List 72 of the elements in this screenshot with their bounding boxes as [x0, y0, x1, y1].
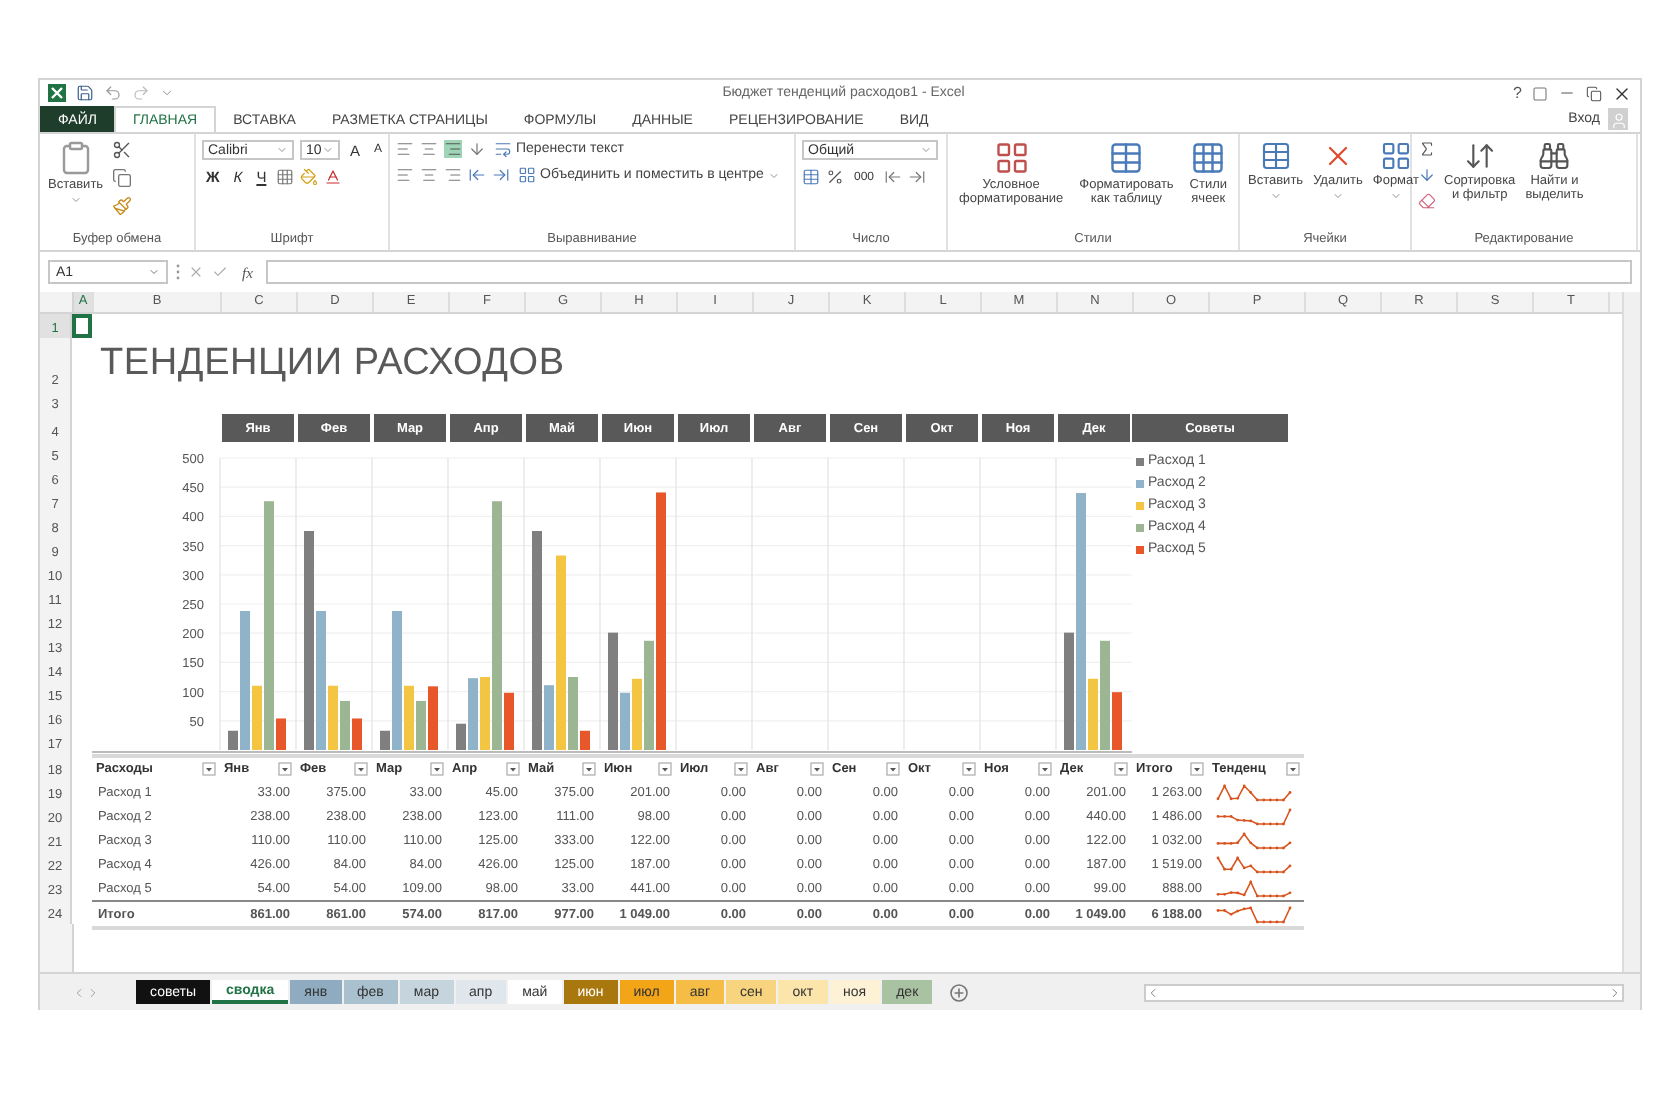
wrap-icon	[494, 140, 512, 158]
borders-icon[interactable]	[276, 168, 295, 186]
customize-caret-icon[interactable]	[160, 86, 174, 100]
sparkline	[1214, 905, 1294, 923]
decrease-indent-icon[interactable]	[468, 166, 486, 184]
sparkline	[1214, 807, 1294, 825]
filter-dropdown-icon[interactable]	[886, 762, 900, 776]
vertical-scrollbar[interactable]	[1622, 292, 1640, 972]
filter-dropdown-icon[interactable]	[506, 762, 520, 776]
cells-icon	[1379, 140, 1412, 172]
caret-icon	[1389, 190, 1402, 203]
clipboard-icon	[57, 140, 94, 176]
filter-dropdown-icon[interactable]	[202, 762, 216, 776]
eraser-icon[interactable]	[1418, 192, 1436, 210]
align-right-icon[interactable]	[444, 166, 462, 184]
sparkline	[1214, 783, 1294, 801]
caret-icon	[1269, 190, 1282, 203]
filter-dropdown-icon[interactable]	[1038, 762, 1052, 776]
undo-icon[interactable]	[104, 84, 122, 102]
binoculars-icon	[1538, 140, 1571, 172]
formula-input[interactable]	[266, 260, 1632, 284]
filter-dropdown-icon[interactable]	[1286, 762, 1300, 776]
sort-icon	[1463, 140, 1496, 172]
top-align-icon[interactable]	[396, 140, 414, 158]
filter-dropdown-icon[interactable]	[582, 762, 596, 776]
sparkline	[1214, 831, 1294, 849]
caret-icon	[920, 144, 932, 156]
caret-icon	[276, 144, 288, 156]
font-color-icon[interactable]	[324, 168, 343, 186]
help-button[interactable]: ?	[1513, 84, 1522, 102]
caret-icon	[767, 169, 780, 181]
caret-icon	[1331, 190, 1344, 203]
increase-indent-icon[interactable]	[492, 166, 510, 184]
filter-dropdown-icon[interactable]	[354, 762, 368, 776]
fill-color-icon[interactable]	[300, 168, 319, 186]
sparkline	[1214, 879, 1294, 897]
fill-icon[interactable]	[1418, 166, 1436, 184]
horizontal-scrollbar[interactable]	[1144, 983, 1624, 1001]
save-icon[interactable]	[76, 84, 94, 102]
format-painter-icon[interactable]	[111, 196, 132, 216]
sheet-title: ТЕНДЕНЦИИ РАСХОДОВ	[98, 340, 565, 388]
autosum-icon[interactable]	[1418, 140, 1436, 158]
filter-dropdown-icon[interactable]	[734, 762, 748, 776]
cancel-icon[interactable]	[188, 264, 204, 280]
align-left-icon[interactable]	[396, 166, 414, 184]
middle-align-icon[interactable]	[420, 140, 438, 158]
caret-icon	[69, 194, 82, 207]
filter-dropdown-icon[interactable]	[1190, 762, 1204, 776]
filter-dropdown-icon[interactable]	[1114, 762, 1128, 776]
scroll-left-icon	[1146, 985, 1160, 999]
filter-dropdown-icon[interactable]	[962, 762, 976, 776]
cells-icon	[1259, 140, 1292, 172]
selected-cell[interactable]	[72, 314, 92, 338]
sparkline	[1214, 855, 1294, 873]
align-center-icon[interactable]	[420, 166, 438, 184]
filter-dropdown-icon[interactable]	[278, 762, 292, 776]
caret-icon	[322, 144, 334, 156]
add-sheet-icon[interactable]	[950, 983, 969, 1001]
close-icon[interactable]	[1612, 83, 1632, 103]
styles-icon	[1108, 140, 1145, 176]
scroll-right-icon	[1608, 985, 1622, 999]
filter-dropdown-icon[interactable]	[430, 762, 444, 776]
merge-icon	[518, 166, 536, 184]
percent-icon[interactable]	[826, 168, 844, 186]
restore-icon[interactable]	[1586, 85, 1602, 101]
styles-icon	[993, 140, 1030, 176]
filter-dropdown-icon[interactable]	[810, 762, 824, 776]
caret-icon	[148, 266, 160, 278]
filter-dropdown-icon[interactable]	[658, 762, 672, 776]
copy-icon[interactable]	[111, 168, 132, 188]
styles-icon	[1190, 140, 1227, 176]
cut-icon[interactable]	[111, 140, 132, 160]
